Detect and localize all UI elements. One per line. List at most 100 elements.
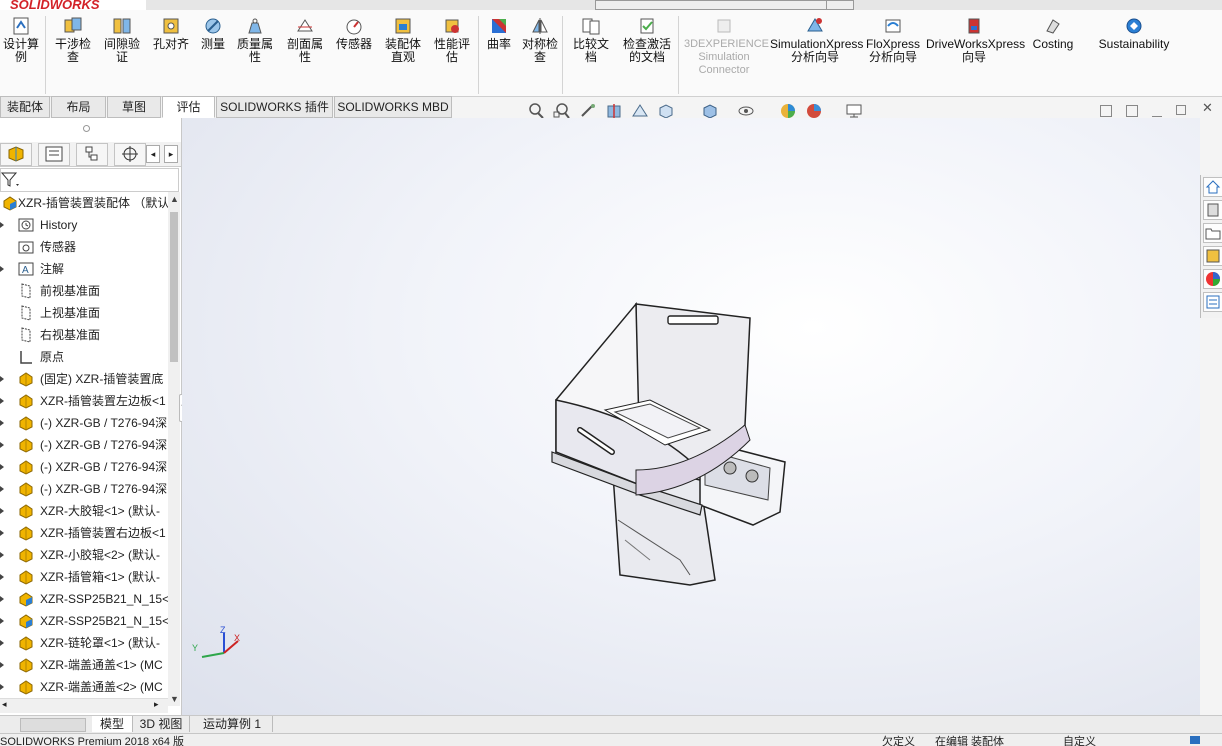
graphics-area[interactable]: Y Z X [182,118,1200,715]
interference-button[interactable]: 干涉检查 [50,16,96,64]
home-icon[interactable] [1203,177,1222,197]
tree-item[interactable]: (-) XZR-GB / T276-94深 [0,412,168,434]
tree-hscrollbar[interactable]: ◂ ▸ [0,698,168,713]
tree-scroll-thumb[interactable] [170,212,178,362]
tree-item[interactable]: (-) XZR-GB / T276-94深 [0,478,168,500]
tree-item[interactable]: 传感器 [0,236,168,258]
compare-button[interactable]: 比较文档 [568,16,614,64]
tree-item[interactable]: XZR-插管箱<1> (默认- [0,566,168,588]
bottom-tab-2[interactable]: 运动算例 1 [192,716,273,732]
tree-item[interactable]: 前视基准面 [0,280,168,302]
costing-button[interactable]: Costing [1030,16,1076,51]
scroll-up-icon[interactable]: ▲ [170,194,179,204]
floxpress-button[interactable]: FloXpress 分析向导 [866,16,920,64]
minimize-icon[interactable] [1152,116,1162,117]
tree-item[interactable]: XZR-端盖通盖<1> (MC [0,654,168,676]
tab-1[interactable]: 布局 [51,96,106,118]
assembly-model[interactable] [182,118,1200,715]
expand-arrow-icon[interactable] [0,420,4,426]
expand-arrow-icon[interactable] [0,376,4,382]
tab-configuration-manager[interactable] [76,143,108,166]
design-library-icon[interactable] [1203,200,1222,220]
simxpress-button[interactable]: SimulationXpress 分析向导 [770,16,863,64]
maximize-icon[interactable] [1176,105,1186,115]
tree-item[interactable]: 原点 [0,346,168,368]
tab-4[interactable]: SOLIDWORKS 插件 [216,96,333,118]
tab-dimxpert-manager[interactable] [114,143,146,166]
view-palette-icon[interactable] [1203,246,1222,266]
hscroll-right-icon[interactable]: ▸ [154,699,159,710]
expand-arrow-icon[interactable] [0,684,4,690]
3dexp-button[interactable]: 3DEXPERIENCE Simulation Connector [684,16,769,77]
clearance-button[interactable]: 间隙验证 [100,16,144,64]
tree-item[interactable]: XZR-大胶辊<1> (默认- [0,500,168,522]
tab-scroll-left-button[interactable]: ◂ [146,145,160,163]
tab-2[interactable]: 草图 [107,96,161,118]
tab-3[interactable]: 评估 [162,96,215,118]
tree-root[interactable]: XZR-插管装置装配体 （默认 [0,192,168,214]
expand-arrow-icon[interactable] [0,486,4,492]
driveworks-button[interactable]: DriveWorksXpress 向导 [926,16,1025,64]
expand-arrow-icon[interactable] [0,464,4,470]
bottom-tab-1[interactable]: 3D 视图 [133,716,190,732]
sustainability-button[interactable]: Sustainability [1098,16,1170,51]
close-icon[interactable]: ✕ [1202,100,1213,115]
assembly-viz-button[interactable]: 装配体直观 [380,16,426,64]
expand-arrow-icon[interactable] [0,222,4,228]
design-study-button[interactable]: 设计算例 [0,16,42,64]
expand-arrow-icon[interactable] [0,574,4,580]
expand-arrow-icon[interactable] [0,618,4,624]
expand-arrow-icon[interactable] [0,640,4,646]
tree-item[interactable]: 右视基准面 [0,324,168,346]
tree-scrollbar[interactable]: ▲ ▼ [168,192,180,706]
expand-arrow-icon[interactable] [0,442,4,448]
curvature-button[interactable]: 曲率 [484,16,514,51]
bottom-tab-0[interactable]: 模型 [92,716,133,732]
tab-5[interactable]: SOLIDWORKS MBD [334,96,452,118]
tree-item[interactable]: XZR-SSP25B21_N_15< [0,588,168,610]
expand-arrow-icon[interactable] [0,662,4,668]
expand-arrow-icon[interactable] [0,398,4,404]
select-button[interactable] [826,0,854,10]
measure-button[interactable]: 测量 [196,16,230,51]
expand-arrow-icon[interactable] [0,530,4,536]
custom-properties-icon[interactable] [1203,292,1222,312]
restore-panel-icon[interactable] [1100,105,1112,117]
expand-arrow-icon[interactable] [0,508,4,514]
file-explorer-icon[interactable] [1203,223,1222,243]
tree-item[interactable]: XZR-插管装置左边板<1 [0,390,168,412]
tab-0[interactable]: 装配体 [0,96,50,118]
tree-item[interactable]: History [0,214,168,236]
tree-item[interactable]: XZR-链轮罩<1> (默认- [0,632,168,654]
tree-item[interactable]: 上视基准面 [0,302,168,324]
tree-item[interactable]: (-) XZR-GB / T276-94深 [0,434,168,456]
performance-button[interactable]: 性能评估 [430,16,474,64]
tree-filter[interactable] [0,168,179,192]
tree-item[interactable]: XZR-插管装置右边板<1 [0,522,168,544]
help-icon[interactable] [1190,736,1200,744]
expand-arrow-icon[interactable] [0,596,4,602]
tree-item[interactable]: XZR-SSP25B21_N_15< [0,610,168,632]
hscroll-left-icon[interactable]: ◂ [2,699,7,710]
tree-item[interactable]: (固定) XZR-插管装置底 [0,368,168,390]
tile-panel-icon[interactable] [1126,105,1138,117]
sensor-button[interactable]: 传感器 [332,16,376,51]
tab-scroll-buttons[interactable] [20,718,86,732]
symmetry-button[interactable]: 对称检查 [518,16,562,64]
check-active-button[interactable]: 检查激活的文档 [618,16,676,64]
expand-arrow-icon[interactable] [0,552,4,558]
expand-arrow-icon[interactable] [0,266,4,272]
tree-item[interactable]: XZR-小胶辊<2> (默认- [0,544,168,566]
appearances-icon[interactable] [1203,269,1222,289]
section-props-button[interactable]: 剖面属性 [282,16,328,64]
scroll-down-icon[interactable]: ▼ [170,694,179,704]
tree-item[interactable]: A 注解 [0,258,168,280]
tab-property-manager[interactable] [38,143,70,166]
tree-item[interactable]: (-) XZR-GB / T276-94深 [0,456,168,478]
hole-align-button[interactable]: 孔对齐 [150,16,192,51]
tab-scroll-right-button[interactable]: ▸ [164,145,178,163]
mass-props-button[interactable]: 质量属性 [232,16,278,64]
tree-item[interactable]: XZR-端盖通盖<2> (MC [0,676,168,698]
panel-handle-icon[interactable] [83,125,90,132]
tab-feature-manager[interactable] [0,143,32,166]
